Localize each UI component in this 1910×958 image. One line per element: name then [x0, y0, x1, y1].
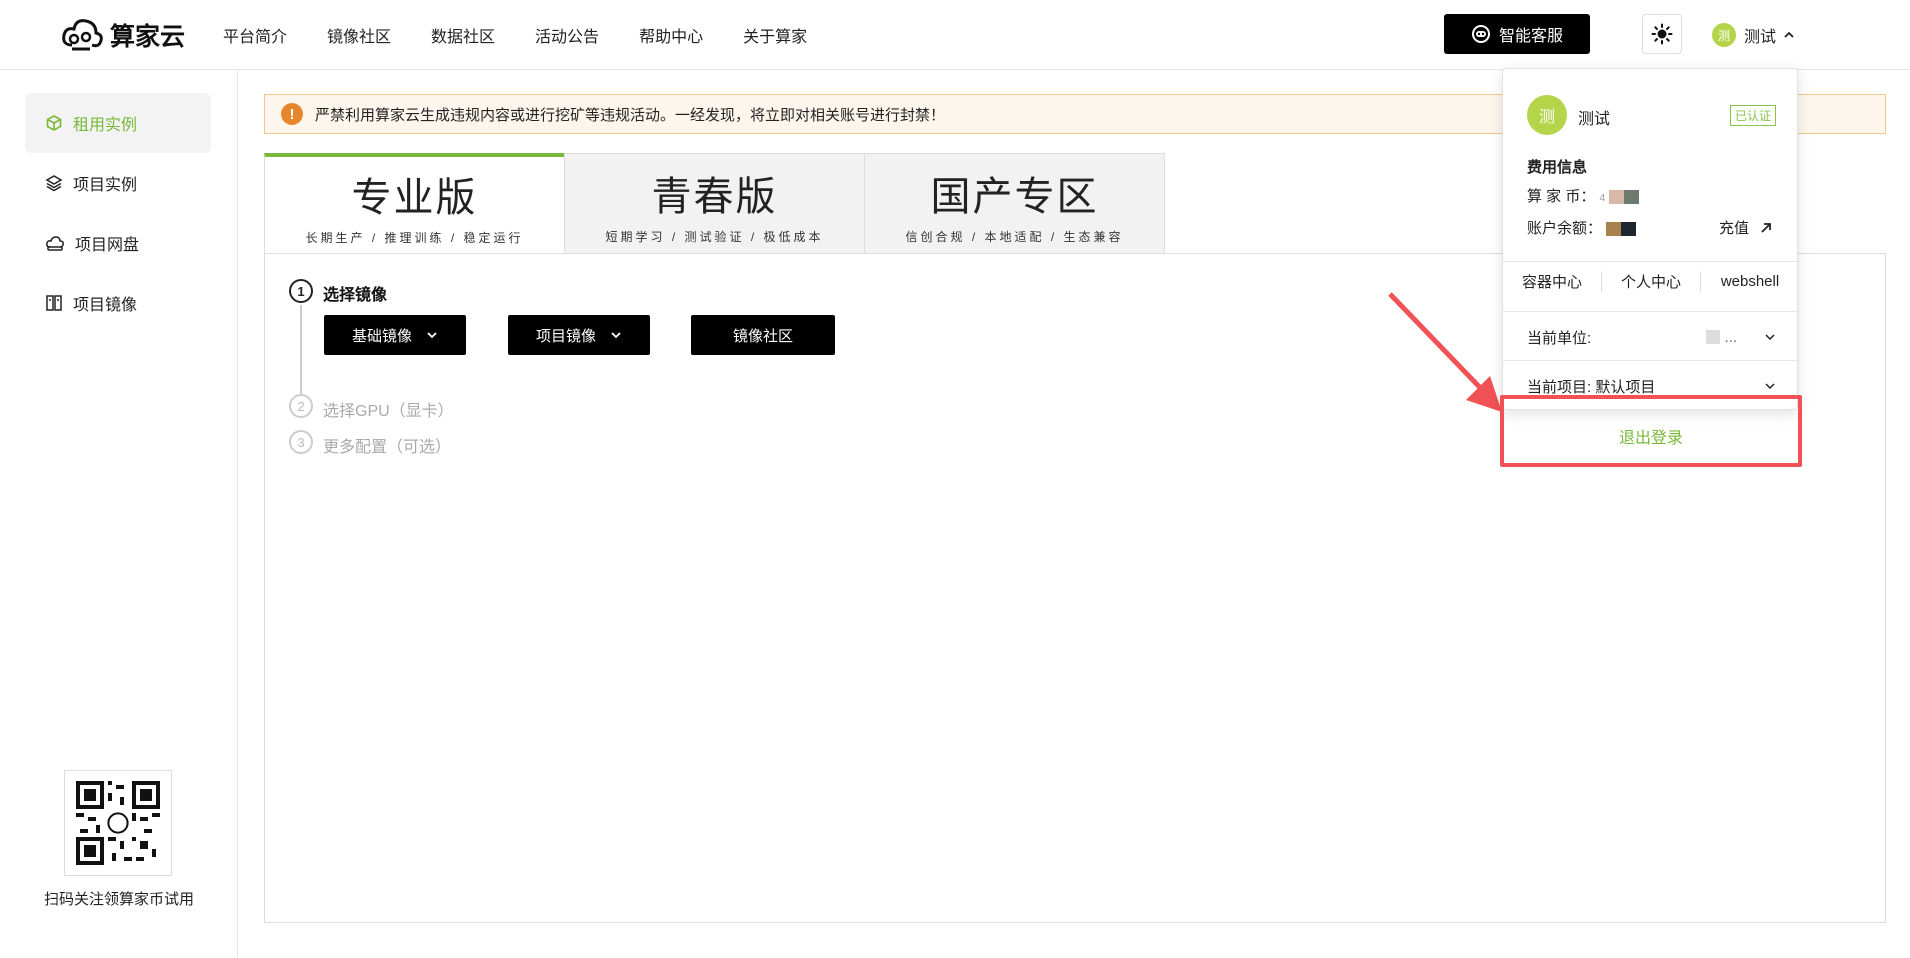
nav-item-intro[interactable]: 平台简介 — [223, 23, 287, 47]
cube-icon — [46, 115, 62, 131]
warning-icon: ! — [281, 103, 303, 125]
robot-icon — [1471, 25, 1490, 43]
redacted-value — [1706, 330, 1721, 344]
main-nav: 平台简介 镜像社区 数据社区 活动公告 帮助中心 关于算家 — [223, 0, 847, 70]
chevron-down-icon — [1765, 334, 1775, 341]
divider — [1503, 311, 1799, 312]
project-image-dropdown[interactable]: 项目镜像 — [508, 315, 650, 355]
tab-subtitle: 短期学习 / 测试验证 / 极低成本 — [605, 230, 824, 244]
redacted-value — [1609, 190, 1640, 205]
qr-code — [64, 770, 172, 876]
step-label-select-image: 选择镜像 — [323, 287, 388, 304]
tab-domestic[interactable]: 国产专区 信创合规 / 本地适配 / 生态兼容 — [864, 153, 1165, 255]
arrow-up-right-icon — [1761, 222, 1771, 233]
chevron-up-icon — [1784, 31, 1794, 38]
tab-youth[interactable]: 青春版 短期学习 / 测试验证 / 极低成本 — [564, 153, 865, 255]
coin-row: 算 家 币： 4 — [1527, 185, 1640, 206]
verified-badge: 已认证 — [1730, 105, 1777, 126]
nav-item-announcements[interactable]: 活动公告 — [535, 23, 599, 47]
nav-item-data-community[interactable]: 数据社区 — [431, 23, 495, 47]
step-number: 3 — [289, 430, 313, 454]
base-image-dropdown[interactable]: 基础镜像 — [324, 315, 466, 355]
project-image-label: 项目镜像 — [535, 327, 596, 345]
nav-item-image-community[interactable]: 镜像社区 — [327, 23, 391, 47]
personal-center-link[interactable]: 个人中心 — [1602, 270, 1701, 292]
sidebar-item-label: 项目实例 — [73, 177, 138, 194]
chevron-down-icon — [1765, 383, 1775, 390]
qr-code-icon — [76, 781, 160, 865]
avatar: 测 — [1712, 23, 1736, 47]
step-connector — [300, 305, 302, 405]
unit-value: ... — [1724, 328, 1737, 346]
tab-title: 专业版 — [351, 176, 478, 220]
tab-subtitle: 信创合规 / 本地适配 / 生态兼容 — [905, 230, 1124, 244]
dropdown-links: 容器中心 个人中心 webshell — [1503, 261, 1799, 301]
user-name: 测试 — [1744, 29, 1777, 46]
brand-logo[interactable]: 算家云 — [60, 10, 185, 60]
image-community-button[interactable]: 镜像社区 — [691, 315, 835, 355]
sidebar-item-project-image[interactable]: 项目镜像 — [25, 273, 211, 333]
webshell-link[interactable]: webshell — [1701, 273, 1799, 290]
image-community-label: 镜像社区 — [732, 327, 793, 345]
smart-service-label: 智能客服 — [1498, 28, 1563, 45]
tab-title: 青春版 — [651, 175, 778, 219]
nav-item-about[interactable]: 关于算家 — [743, 23, 807, 47]
coin-value: 4 — [1599, 193, 1606, 204]
cloud-disk-icon — [46, 236, 64, 251]
unit-label: 当前单位: — [1527, 329, 1592, 347]
fee-info-title: 费用信息 — [1527, 159, 1588, 176]
tab-professional[interactable]: 专业版 长期生产 / 推理训练 / 稳定运行 — [264, 153, 565, 255]
brand-name: 算家云 — [110, 23, 186, 51]
balance-label: 账户余额： — [1527, 220, 1603, 237]
theme-toggle-button[interactable] — [1642, 14, 1682, 54]
dropdown-user-name: 测试 — [1578, 111, 1611, 128]
sidebar-item-rent-instance[interactable]: 租用实例 — [25, 93, 211, 153]
sidebar-item-project-instance[interactable]: 项目实例 — [25, 153, 211, 213]
balance-row: 账户余额： — [1527, 217, 1637, 238]
base-image-label: 基础镜像 — [351, 327, 412, 345]
tab-subtitle: 长期生产 / 推理训练 / 稳定运行 — [305, 231, 524, 245]
logout-button[interactable]: 退出登录 — [1500, 424, 1802, 448]
step-number: 2 — [289, 394, 313, 418]
project-label: 当前项目: 默认项目 — [1527, 378, 1656, 396]
container-center-link[interactable]: 容器中心 — [1503, 270, 1602, 292]
sidebar-item-project-disk[interactable]: 项目网盘 — [25, 213, 211, 273]
recharge-link[interactable]: 充值 — [1719, 217, 1773, 238]
step-label-more-config: 更多配置（可选） — [323, 439, 452, 456]
coin-label: 算 家 币： — [1527, 188, 1596, 205]
chevron-down-icon — [611, 332, 621, 339]
sidebar-item-label: 项目网盘 — [75, 237, 140, 254]
divider — [1503, 360, 1799, 361]
logo-icon — [62, 19, 103, 51]
current-unit-select[interactable]: 当前单位: ... — [1527, 325, 1777, 349]
sidebar-item-label: 租用实例 — [73, 117, 138, 134]
recharge-label: 充值 — [1719, 220, 1750, 237]
red-arrow-annotation — [1388, 292, 1502, 412]
redacted-value — [1606, 222, 1637, 237]
step-label-select-gpu: 选择GPU（显卡） — [323, 403, 454, 420]
top-bar: 算家云 平台简介 镜像社区 数据社区 活动公告 帮助中心 关于算家 智能客服 测… — [0, 0, 1910, 70]
image-icon — [46, 295, 62, 311]
avatar: 测 — [1527, 95, 1567, 135]
nav-item-help[interactable]: 帮助中心 — [639, 23, 703, 47]
user-dropdown: 测 测试 已认证 费用信息 算 家 币： 4 账户余额： 充值 容器中心 个人中… — [1502, 68, 1799, 410]
tab-title: 国产专区 — [930, 175, 1099, 219]
qr-caption: 扫码关注领算家币试用 — [43, 891, 194, 908]
sidebar-item-label: 项目镜像 — [73, 297, 138, 314]
smart-service-button[interactable]: 智能客服 — [1444, 14, 1590, 54]
user-menu[interactable]: 测 测试 — [1712, 20, 1796, 50]
sun-icon — [1651, 23, 1673, 45]
sidebar: 租用实例 项目实例 项目网盘 项目镜像 扫码关注领算家币试用 — [0, 70, 238, 958]
step-number: 1 — [289, 279, 313, 303]
chevron-down-icon — [427, 332, 437, 339]
layers-icon — [45, 175, 63, 192]
notice-text: 严禁利用算家云生成违规内容或进行挖矿等违规活动。一经发现，将立即对相关账号进行封… — [315, 106, 946, 124]
